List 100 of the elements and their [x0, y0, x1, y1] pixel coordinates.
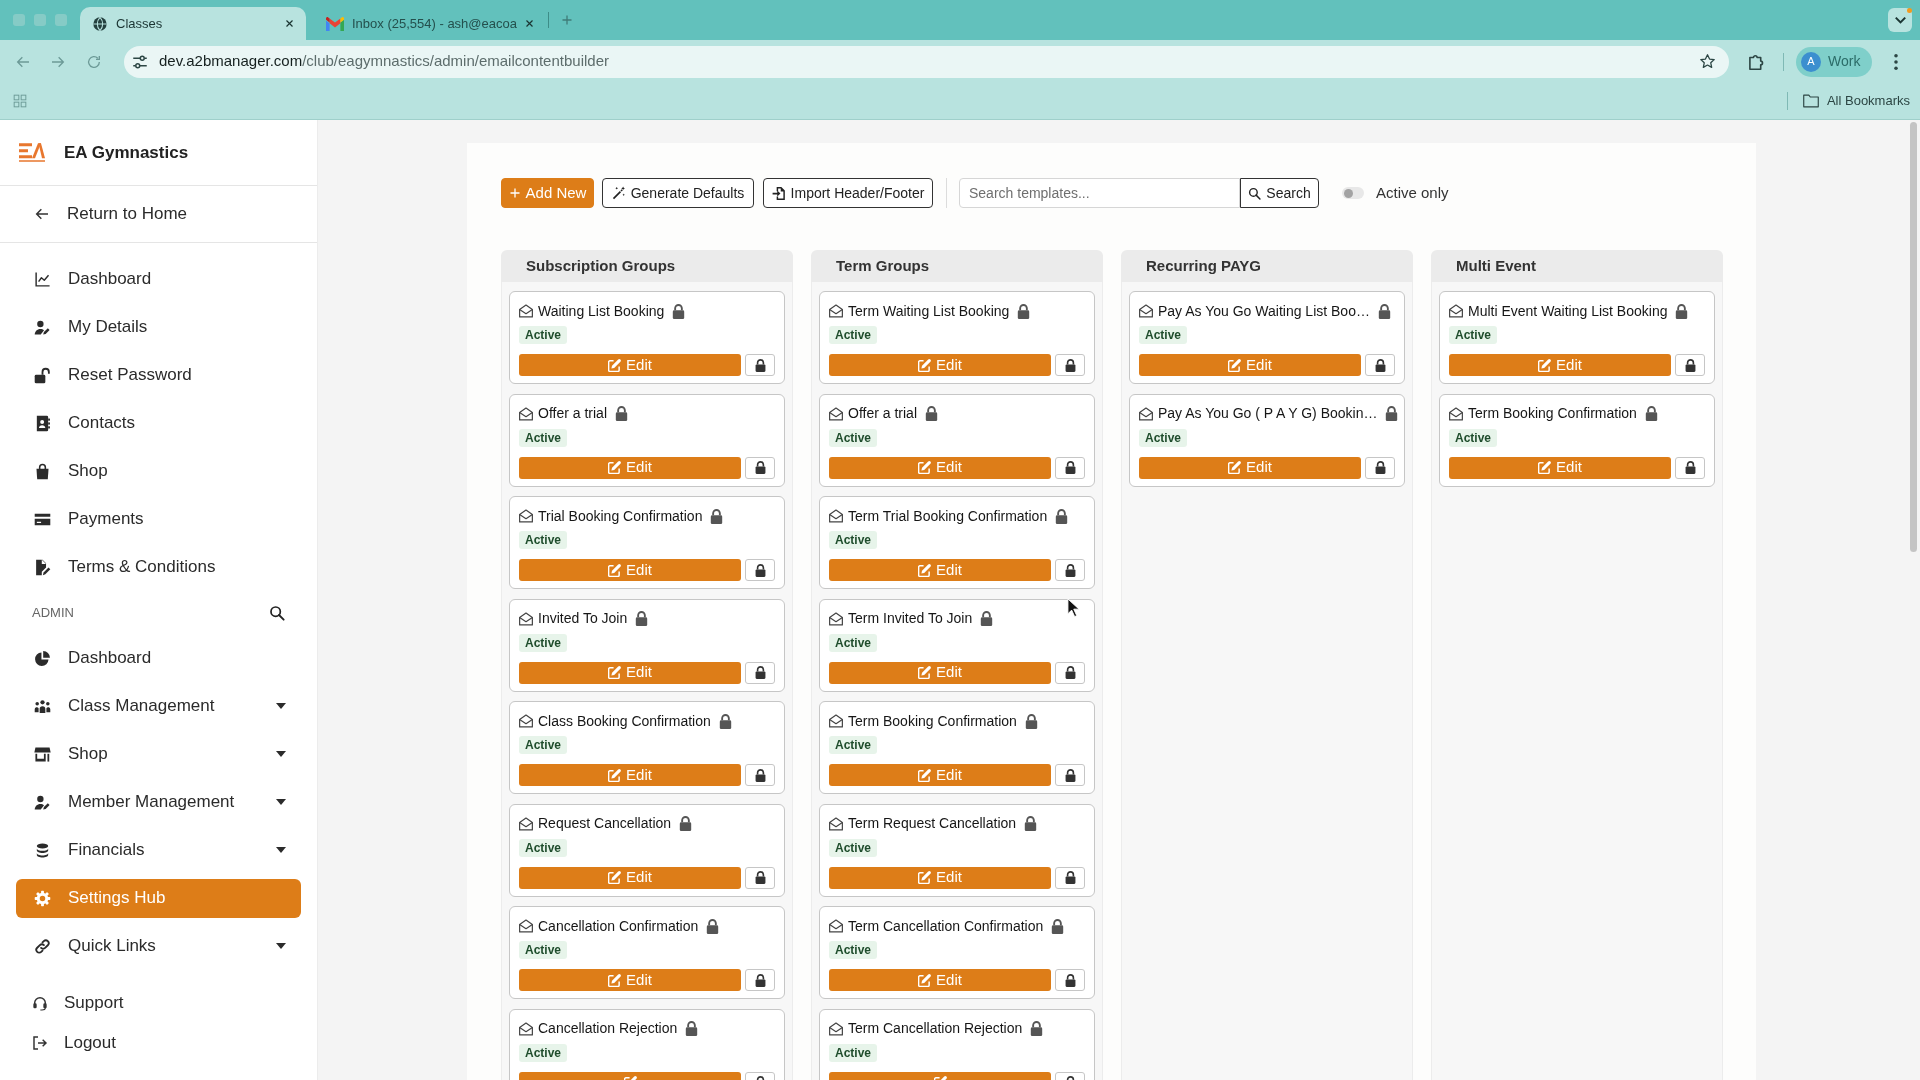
lock-button[interactable] [1055, 866, 1085, 889]
profile-button[interactable]: A Work [1796, 46, 1873, 77]
folder-icon [1802, 94, 1819, 108]
edit-icon [918, 768, 932, 782]
lock-button[interactable] [745, 661, 775, 684]
active-only-toggle[interactable] [1342, 187, 1364, 199]
plus-icon [508, 187, 521, 199]
lock-button[interactable] [745, 866, 775, 889]
lock-button[interactable] [745, 559, 775, 581]
envelope-open-icon [829, 304, 843, 318]
template-title: Cancellation Confirmation [538, 916, 699, 936]
search-button[interactable]: Search [1240, 178, 1319, 208]
lock-button[interactable] [1055, 969, 1085, 991]
address-bar[interactable]: dev.a2bmanager.com/club/eagymnastics/admin/emailcontentbuilder [124, 45, 1729, 78]
edit-icon [608, 871, 622, 884]
lock-button[interactable] [1055, 456, 1085, 479]
sidebar-item[interactable]: Payments [16, 499, 301, 539]
envelope-open-icon [519, 611, 533, 626]
edit-icon [1538, 461, 1552, 474]
lock-button[interactable] [745, 969, 775, 991]
close-icon[interactable] [524, 19, 534, 28]
template-title: Waiting List Booking [538, 301, 665, 321]
coin-stack-icon [34, 841, 51, 859]
status-badge: Active [519, 941, 568, 959]
lock-button[interactable] [1365, 456, 1395, 479]
tab-list-button[interactable] [1888, 8, 1912, 32]
lock-icon [754, 666, 766, 679]
sidebar-item[interactable]: Dashboard [16, 638, 301, 678]
edit-icon [608, 666, 622, 679]
toolbar-button[interactable]: Generate Defaults [602, 178, 754, 208]
search-field[interactable]: Search templates... [959, 178, 1240, 208]
return-home-link[interactable]: Return to Home [34, 201, 187, 227]
envelope-open-icon [1449, 304, 1463, 318]
scrollbar-thumb[interactable] [1910, 122, 1917, 552]
envelope-open-icon [519, 919, 533, 933]
lock-button[interactable] [1055, 559, 1085, 581]
browser-tab[interactable]: Classes [80, 7, 306, 40]
sidebar-item[interactable]: Class Management [16, 686, 301, 726]
sidebar-item[interactable]: Terms & Conditions [16, 547, 301, 587]
lock-button[interactable] [1675, 354, 1705, 376]
star-icon[interactable] [1699, 53, 1716, 70]
user-pen-icon [34, 793, 51, 811]
lock-button[interactable] [745, 764, 775, 786]
file-import-icon [771, 185, 786, 201]
sidebar-item[interactable]: Contacts [16, 403, 301, 443]
sidebar-item[interactable]: My Details [16, 307, 301, 347]
column-header: Term Groups [811, 250, 1103, 282]
envelope-open-icon [829, 406, 843, 421]
url-text: dev.a2bmanager.com/club/eagymnastics/admin/emailcontentbuilder [159, 51, 609, 72]
close-icon[interactable] [285, 19, 294, 28]
settings-icon [34, 889, 51, 907]
status-badge: Active [519, 736, 568, 754]
status-badge: Active [829, 531, 878, 549]
template-title: Pay As You Go Waiting List Boo… [1158, 301, 1370, 321]
sidebar-item[interactable]: Reset Password [16, 355, 301, 395]
brand-name: EA Gymnastics [64, 141, 189, 164]
lock-icon [1064, 768, 1076, 782]
lock-icon [1064, 973, 1076, 987]
sidebar-item[interactable]: Financials [16, 830, 301, 870]
status-badge: Active [829, 1043, 878, 1062]
template-title: Offer a trial [538, 404, 607, 423]
lock-button[interactable] [1055, 764, 1085, 786]
sidebar-link[interactable]: Support [32, 990, 124, 1016]
shopping-bag-icon [34, 462, 51, 480]
template-title: Class Booking Confirmation [538, 711, 711, 731]
envelope-open-icon [519, 406, 533, 421]
sidebar-item[interactable]: Quick Links [16, 926, 301, 966]
magic-wand-icon [611, 186, 626, 200]
lock-button[interactable] [1365, 354, 1395, 376]
template-title: Term Booking Confirmation [1468, 404, 1637, 423]
template-title: Term Waiting List Booking [848, 301, 1010, 321]
edit-icon [1228, 461, 1242, 474]
lock-button[interactable] [1055, 661, 1085, 684]
lock-button[interactable] [745, 354, 775, 376]
more-menu-icon[interactable] [1894, 53, 1899, 70]
status-badge: Active [829, 736, 878, 754]
status-badge: Active [829, 838, 878, 857]
lock-icon [1064, 358, 1076, 372]
browser-tab[interactable]: Inbox (25,554) - ash@eacoa [314, 7, 540, 40]
edit-icon [608, 563, 622, 577]
bookmarks-folder[interactable]: All Bookmarks [1802, 91, 1910, 111]
sidebar-item[interactable]: Member Management [16, 782, 301, 822]
lock-button[interactable] [745, 456, 775, 479]
template-title: Term Invited To Join [848, 609, 973, 628]
lock-icon [754, 871, 766, 884]
envelope-open-icon [519, 714, 533, 728]
lock-icon [1374, 358, 1386, 372]
sidebar-item[interactable]: Shop [16, 734, 301, 774]
sidebar-item[interactable]: Dashboard [16, 259, 301, 299]
toolbar-button[interactable]: Import Header/Footer [763, 178, 933, 208]
lock-button[interactable] [1055, 354, 1085, 376]
sidebar-item[interactable]: Shop [16, 451, 301, 491]
sidebar-link[interactable]: Logout [32, 1030, 116, 1056]
storefront-icon [34, 745, 51, 763]
envelope-open-icon [829, 509, 843, 523]
lock-button[interactable] [1675, 456, 1705, 479]
envelope-open-icon [1139, 406, 1153, 421]
toggle-label: Active only [1376, 182, 1449, 203]
column-header: Subscription Groups [501, 250, 793, 282]
search-icon[interactable] [269, 604, 285, 621]
